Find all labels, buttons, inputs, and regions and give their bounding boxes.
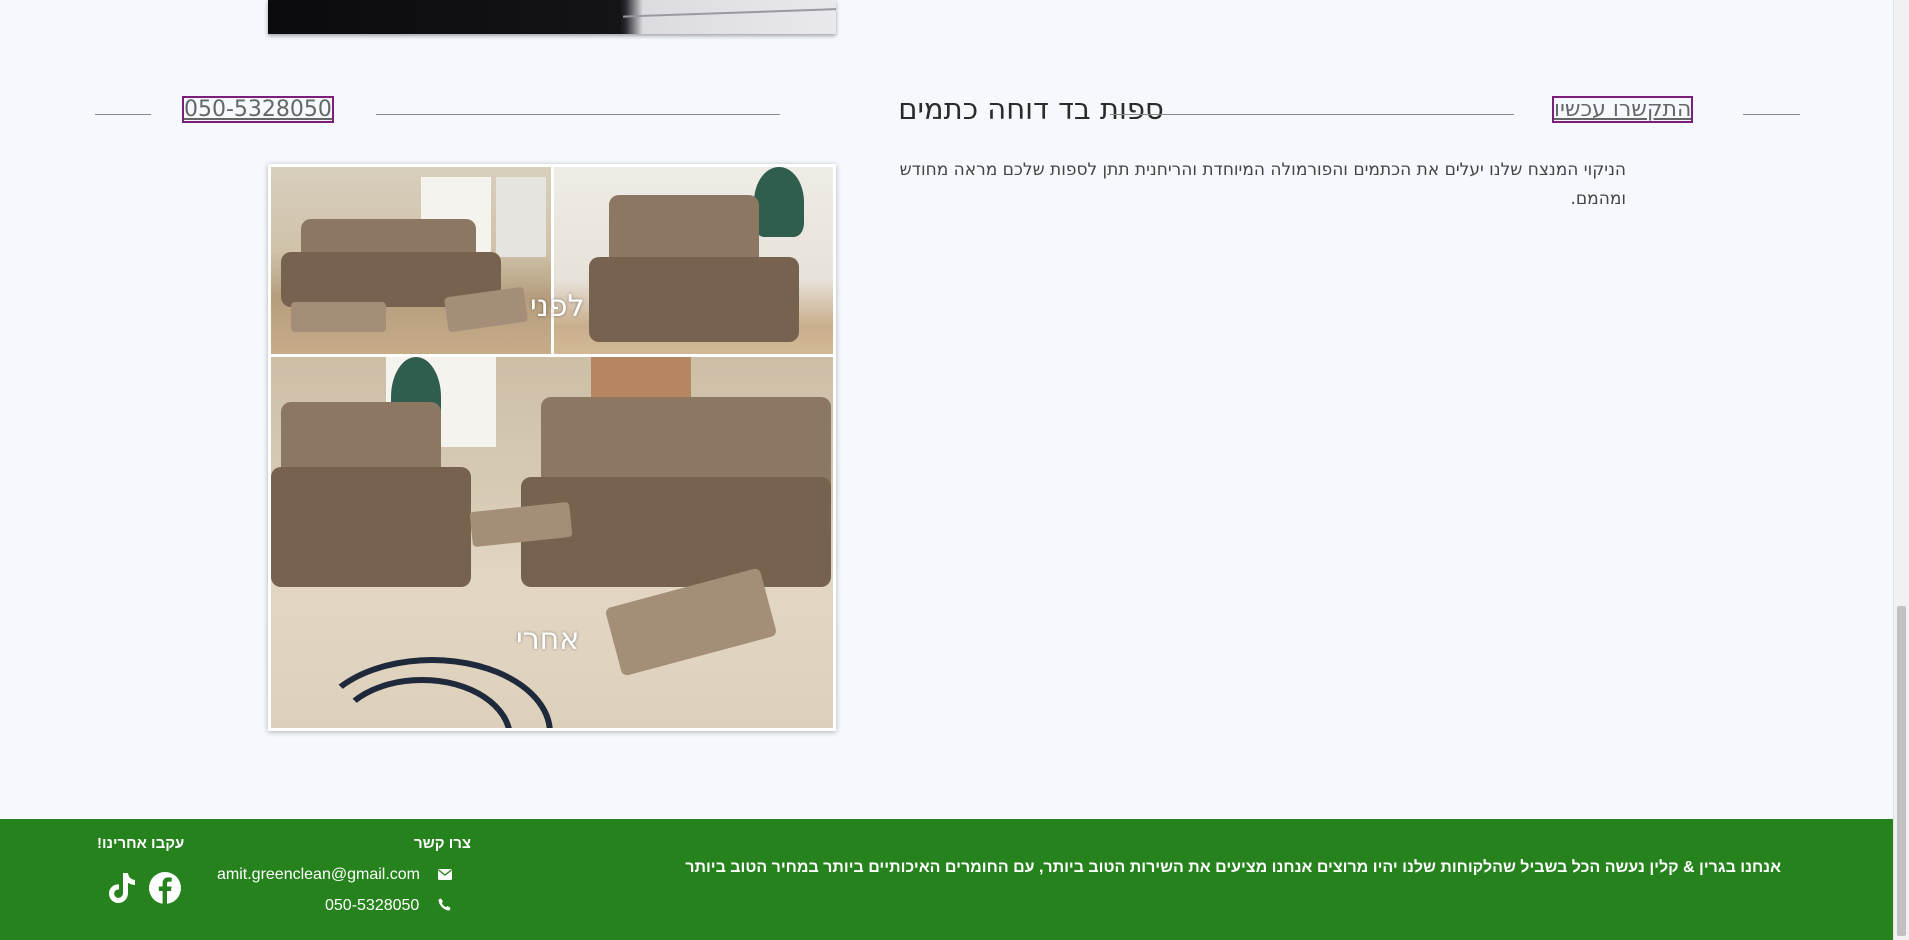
section-description: הניקוי המנצח שלנו יעלים את הכתמים והפורמ… [899, 160, 1626, 209]
contact-title: צרו קשר [414, 835, 471, 852]
follow-us-title: עקבו אחרינו! [97, 835, 185, 852]
footer-phone-row[interactable]: 050-5328050 [325, 897, 453, 915]
phone-link[interactable]: 050-5328050 [182, 96, 334, 123]
footer-phone[interactable]: 050-5328050 [325, 897, 419, 915]
footer-email[interactable]: amit.greenclean@gmail.com [217, 866, 420, 884]
before-after-collage: לפני אחרי [268, 164, 836, 731]
before-label: לפני [530, 289, 585, 324]
divider-line [95, 114, 151, 115]
facebook-icon[interactable] [148, 871, 182, 905]
envelope-icon [436, 868, 454, 883]
after-photo [271, 357, 833, 728]
divider-line [1743, 114, 1800, 115]
site-footer: אנחנו בגרין & קלין נעשה הכל בשביל שהלקוח… [0, 819, 1894, 940]
before-photo-left [271, 167, 551, 354]
tiktok-icon[interactable] [106, 871, 140, 905]
footer-tagline: אנחנו בגרין & קלין נעשה הכל בשביל שהלקוח… [685, 859, 1781, 876]
after-label: אחרי [516, 622, 580, 657]
section-title: ספות בד דוחה כתמים [898, 92, 1164, 126]
page-scrollbar[interactable] [1893, 0, 1909, 940]
divider-line [376, 114, 780, 115]
phone-icon [435, 898, 453, 914]
section-heading-row: 050-5328050 ספות בד דוחה כתמים התקשרו עכ… [95, 88, 1800, 132]
contact-now-link[interactable]: התקשרו עכשיו [1551, 96, 1694, 123]
contact-now-link-text[interactable]: התקשרו עכשיו [1551, 96, 1694, 123]
phone-link-text[interactable]: 050-5328050 [182, 96, 334, 123]
before-photo-right [554, 167, 833, 354]
footer-email-row[interactable]: amit.greenclean@gmail.com [217, 866, 454, 884]
previous-section-photo [268, 0, 836, 34]
divider-line [1110, 114, 1514, 115]
scrollbar-thumb[interactable] [1897, 606, 1906, 936]
